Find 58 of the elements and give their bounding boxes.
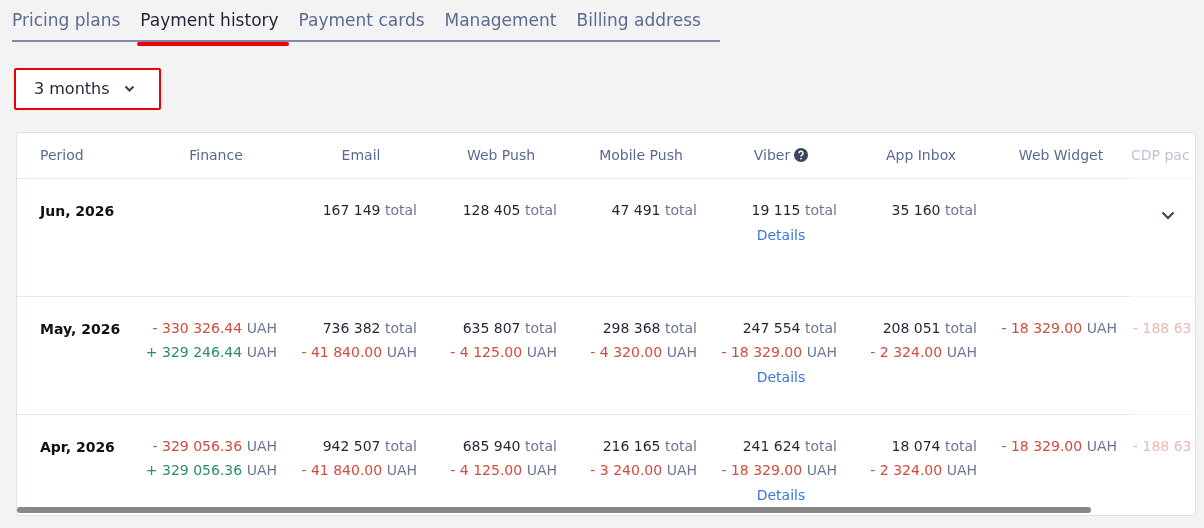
column-header: Finance — [189, 145, 243, 165]
total-count: 47 491 total — [611, 200, 697, 220]
amount-text: - 329 056.36 UAH — [152, 436, 277, 456]
total-count: 736 382 total — [322, 318, 417, 338]
total-count: 635 807 total — [462, 318, 557, 338]
total-count: 208 051 total — [882, 318, 977, 338]
column-header: Web Widget — [1018, 145, 1104, 165]
column-header: Web Push — [466, 145, 536, 165]
column-header: Email — [341, 145, 381, 165]
amount-text: - 4 125.00 UAH — [450, 342, 557, 362]
chevron-down-icon — [123, 85, 135, 92]
total-count: 128 405 total — [462, 200, 557, 220]
tab[interactable]: Billing address — [576, 0, 701, 40]
amount-text: - 18 329.00 UAH — [721, 342, 837, 362]
total-count: 35 160 total — [891, 200, 977, 220]
column-header: Period — [40, 145, 84, 165]
period-label: May, 2026 — [40, 319, 121, 339]
details-link[interactable]: Details — [756, 224, 806, 246]
column-header: Mobile Push — [599, 145, 683, 165]
column-header: Viber — [753, 145, 791, 165]
total-count: 18 074 total — [891, 436, 977, 456]
amount-text: - 2 324.00 UAH — [870, 342, 977, 362]
chevron-down-icon[interactable] — [1161, 211, 1175, 220]
amount-text: - 188 63 — [1133, 436, 1192, 456]
tab[interactable]: Payment cards — [298, 0, 425, 40]
period-dropdown[interactable]: 3 months — [14, 67, 161, 110]
total-count: 216 165 total — [602, 436, 697, 456]
total-count: 241 624 total — [742, 436, 837, 456]
amount-text: - 3 240.00 UAH — [590, 460, 697, 480]
help-icon[interactable] — [794, 148, 809, 162]
amount-text: - 330 326.44 UAH — [152, 318, 277, 338]
tab[interactable]: Pricing plans — [12, 0, 121, 40]
amount-text: + 329 246.44 UAH — [145, 342, 277, 362]
amount-text: - 18 329.00 UAH — [721, 460, 837, 480]
amount-text: - 18 329.00 UAH — [1001, 318, 1117, 338]
total-count: 167 149 total — [322, 200, 417, 220]
amount-text: - 2 324.00 UAH — [870, 460, 977, 480]
horizontal-scrollbar[interactable] — [17, 506, 1091, 513]
tab[interactable]: Management — [444, 0, 557, 40]
amount-text: - 18 329.00 UAH — [1001, 436, 1117, 456]
amount-text: - 4 125.00 UAH — [450, 460, 557, 480]
column-header: CDP pac — [1131, 145, 1190, 165]
total-count: 19 115 total — [751, 200, 837, 220]
total-count: 942 507 total — [322, 436, 417, 456]
column-header: App Inbox — [885, 145, 957, 165]
details-link[interactable]: Details — [756, 484, 806, 506]
period-label: Jun, 2026 — [40, 201, 115, 221]
amount-text: - 188 63 — [1133, 318, 1192, 338]
amount-text: - 41 840.00 UAH — [301, 460, 417, 480]
amount-text: + 329 056.36 UAH — [145, 460, 277, 480]
total-count: 247 554 total — [742, 318, 837, 338]
total-count: 685 940 total — [462, 436, 557, 456]
period-label: Apr, 2026 — [40, 437, 115, 457]
tab[interactable]: Payment history — [140, 0, 279, 40]
amount-text: - 41 840.00 UAH — [301, 342, 417, 362]
details-link[interactable]: Details — [756, 366, 806, 388]
amount-text: - 4 320.00 UAH — [590, 342, 697, 362]
total-count: 298 368 total — [602, 318, 697, 338]
